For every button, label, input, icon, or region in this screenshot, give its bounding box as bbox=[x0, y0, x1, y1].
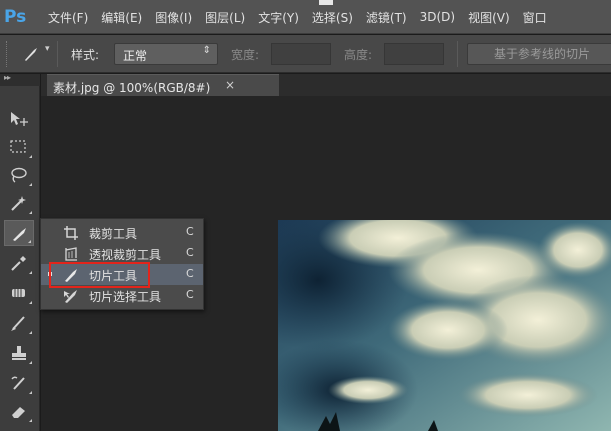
menu-view[interactable]: 视图(V) bbox=[468, 9, 510, 26]
separator bbox=[457, 41, 458, 67]
slice-select-icon bbox=[64, 290, 77, 303]
flyout-item-label: 切片选择工具 bbox=[89, 290, 162, 304]
menu-layer[interactable]: 图层(L) bbox=[205, 9, 245, 26]
flyout-item-shortcut: C bbox=[186, 288, 194, 301]
document-tab-bar: 素材.jpg @ 100%(RGB/8#) × bbox=[41, 74, 611, 96]
cloudy-sky-photo bbox=[278, 220, 611, 431]
tool-preset-picker[interactable] bbox=[22, 45, 40, 63]
slice-tool-icon bbox=[25, 48, 37, 61]
tool-eraser[interactable] bbox=[4, 398, 34, 424]
document-tab[interactable]: 素材.jpg @ 100%(RGB/8#) × bbox=[47, 74, 279, 96]
document-tab-title: 素材.jpg @ 100%(RGB/8#) bbox=[53, 81, 211, 95]
tool-lasso[interactable] bbox=[4, 162, 34, 188]
tool-clone-stamp[interactable] bbox=[4, 340, 34, 366]
tool-eyedropper[interactable] bbox=[4, 250, 34, 276]
menu-image[interactable]: 图像(I) bbox=[155, 9, 192, 26]
up-down-arrows-icon: ⇕ bbox=[202, 45, 211, 56]
close-icon[interactable]: × bbox=[225, 78, 235, 92]
tools-panel-header[interactable]: ▸▸ bbox=[0, 73, 40, 86]
menu-edit[interactable]: 编辑(E) bbox=[101, 9, 142, 26]
style-label: 样式: bbox=[71, 48, 100, 62]
width-label: 宽度: bbox=[231, 48, 260, 62]
width-input[interactable] bbox=[271, 43, 331, 65]
flyout-item-label: 透视裁剪工具 bbox=[89, 248, 162, 262]
highlight-box bbox=[49, 262, 150, 288]
crop-icon bbox=[64, 226, 78, 240]
height-input[interactable] bbox=[384, 43, 444, 65]
menu-type[interactable]: 文字(Y) bbox=[258, 9, 299, 26]
magic-wand-icon bbox=[11, 196, 26, 211]
brush-icon bbox=[11, 316, 25, 331]
healing-brush-icon bbox=[12, 289, 25, 297]
menu-file[interactable]: 文件(F) bbox=[48, 9, 88, 26]
move-icon bbox=[11, 112, 28, 126]
tool-slice[interactable] bbox=[4, 220, 34, 246]
menu-select[interactable]: 选择(S) bbox=[312, 9, 353, 26]
eraser-icon bbox=[12, 407, 25, 418]
menu-3d[interactable]: 3D(D) bbox=[420, 10, 455, 24]
lasso-icon bbox=[11, 167, 27, 183]
tool-brush[interactable] bbox=[4, 310, 34, 336]
history-brush-icon bbox=[11, 376, 25, 390]
menu-window[interactable]: 窗口 bbox=[523, 9, 547, 26]
perspective-crop-icon bbox=[65, 247, 77, 261]
tool-magic-wand[interactable] bbox=[4, 190, 34, 216]
window-notch bbox=[319, 0, 333, 5]
flyout-item-shortcut: C bbox=[186, 246, 194, 259]
document-photo[interactable] bbox=[278, 220, 611, 431]
flyout-item-label: 裁剪工具 bbox=[89, 227, 138, 241]
flyout-item-perspective-crop[interactable]: 透视裁剪工具 C bbox=[41, 243, 203, 264]
tools-panel: ▸▸ bbox=[0, 73, 40, 431]
options-bar-grip[interactable] bbox=[6, 41, 9, 67]
eyedropper-icon bbox=[11, 256, 26, 271]
slice-tool-icon bbox=[13, 228, 26, 241]
flyout-item-crop[interactable]: 裁剪工具 C bbox=[41, 222, 203, 243]
marquee-icon bbox=[10, 140, 26, 153]
tool-move[interactable] bbox=[4, 106, 34, 132]
tool-healing-brush[interactable] bbox=[4, 280, 34, 306]
slices-from-guides-button[interactable]: 基于参考线的切片 bbox=[467, 43, 611, 65]
menu-bar: Ps 文件(F) 编辑(E) 图像(I) 图层(L) 文字(Y) 选择(S) 滤… bbox=[0, 0, 611, 34]
menu-items: 文件(F) 编辑(E) 图像(I) 图层(L) 文字(Y) 选择(S) 滤镜(T… bbox=[48, 0, 560, 34]
options-bar: ▾ 样式: 正常 ⇕ 宽度: 高度: 基于参考线的切片 bbox=[0, 35, 611, 73]
chevron-down-icon[interactable]: ▾ bbox=[45, 44, 50, 54]
style-value: 正常 bbox=[123, 49, 148, 63]
collapse-icon[interactable]: ▸▸ bbox=[4, 73, 11, 82]
separator bbox=[57, 41, 58, 67]
flyout-item-shortcut: C bbox=[186, 267, 194, 280]
style-select[interactable]: 正常 ⇕ bbox=[114, 43, 218, 65]
photoshop-logo: Ps bbox=[4, 7, 27, 27]
clone-stamp-icon bbox=[12, 346, 26, 360]
tool-history-brush[interactable] bbox=[4, 370, 34, 396]
tool-marquee[interactable] bbox=[4, 134, 34, 160]
menu-filter[interactable]: 滤镜(T) bbox=[366, 9, 407, 26]
height-label: 高度: bbox=[344, 48, 373, 62]
flyout-item-shortcut: C bbox=[186, 225, 194, 238]
flyout-item-slice-select[interactable]: 切片选择工具 C bbox=[41, 285, 203, 306]
